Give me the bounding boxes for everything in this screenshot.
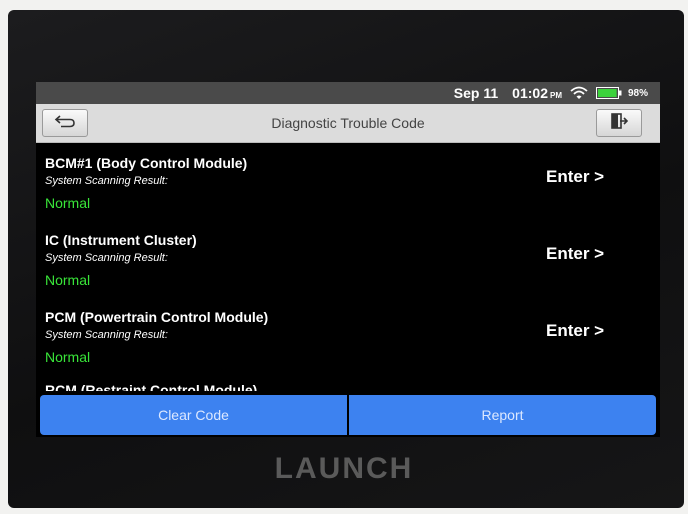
- module-list[interactable]: BCM#1 (Body Control Module) System Scann…: [36, 143, 660, 391]
- status-date: Sep 11: [453, 85, 499, 101]
- list-item-rcm[interactable]: RCM (Restraint Control Module): [36, 374, 660, 391]
- module-name: IC (Instrument Cluster): [45, 232, 197, 248]
- scan-result-status: Normal: [45, 195, 91, 211]
- scan-result-label: System Scanning Result:: [45, 329, 168, 341]
- report-button[interactable]: Report: [349, 395, 656, 435]
- action-bar: Clear Code Report: [40, 395, 656, 435]
- list-item-ic[interactable]: IC (Instrument Cluster) System Scanning …: [36, 220, 660, 298]
- brand-logo: LAUNCH: [274, 452, 414, 485]
- enter-button[interactable]: Enter >: [546, 244, 604, 264]
- module-name: PCM (Powertrain Control Module): [45, 309, 269, 325]
- back-button[interactable]: [42, 109, 88, 137]
- back-arrow-icon: [54, 114, 76, 133]
- clear-code-button[interactable]: Clear Code: [40, 395, 347, 435]
- status-bar: Sep 11 01:02 PM 98%: [36, 82, 660, 104]
- exit-button[interactable]: [596, 109, 642, 137]
- battery-icon: [595, 87, 622, 99]
- list-item-bcm[interactable]: BCM#1 (Body Control Module) System Scann…: [36, 143, 660, 221]
- scan-result-status: Normal: [45, 349, 91, 365]
- status-time: 01:02: [512, 85, 548, 101]
- status-ampm: PM: [549, 90, 562, 100]
- scan-result-label: System Scanning Result:: [45, 252, 168, 264]
- battery-percent: 98%: [627, 87, 648, 99]
- title-bar: Diagnostic Trouble Code: [36, 104, 660, 143]
- wifi-icon: [570, 86, 588, 100]
- module-name: RCM (Restraint Control Module): [45, 382, 258, 391]
- exit-icon: [610, 112, 629, 135]
- enter-button[interactable]: Enter >: [546, 167, 604, 187]
- page-title: Diagnostic Trouble Code: [271, 115, 425, 131]
- scan-result-label: System Scanning Result:: [45, 175, 168, 187]
- scan-result-status: Normal: [45, 272, 91, 288]
- module-name: BCM#1 (Body Control Module): [45, 155, 248, 171]
- list-item-pcm[interactable]: PCM (Powertrain Control Module) System S…: [36, 297, 660, 375]
- enter-button[interactable]: Enter >: [546, 321, 604, 341]
- device-screen: Sep 11 01:02 PM 98% Diagnostic Trouble C…: [36, 82, 660, 437]
